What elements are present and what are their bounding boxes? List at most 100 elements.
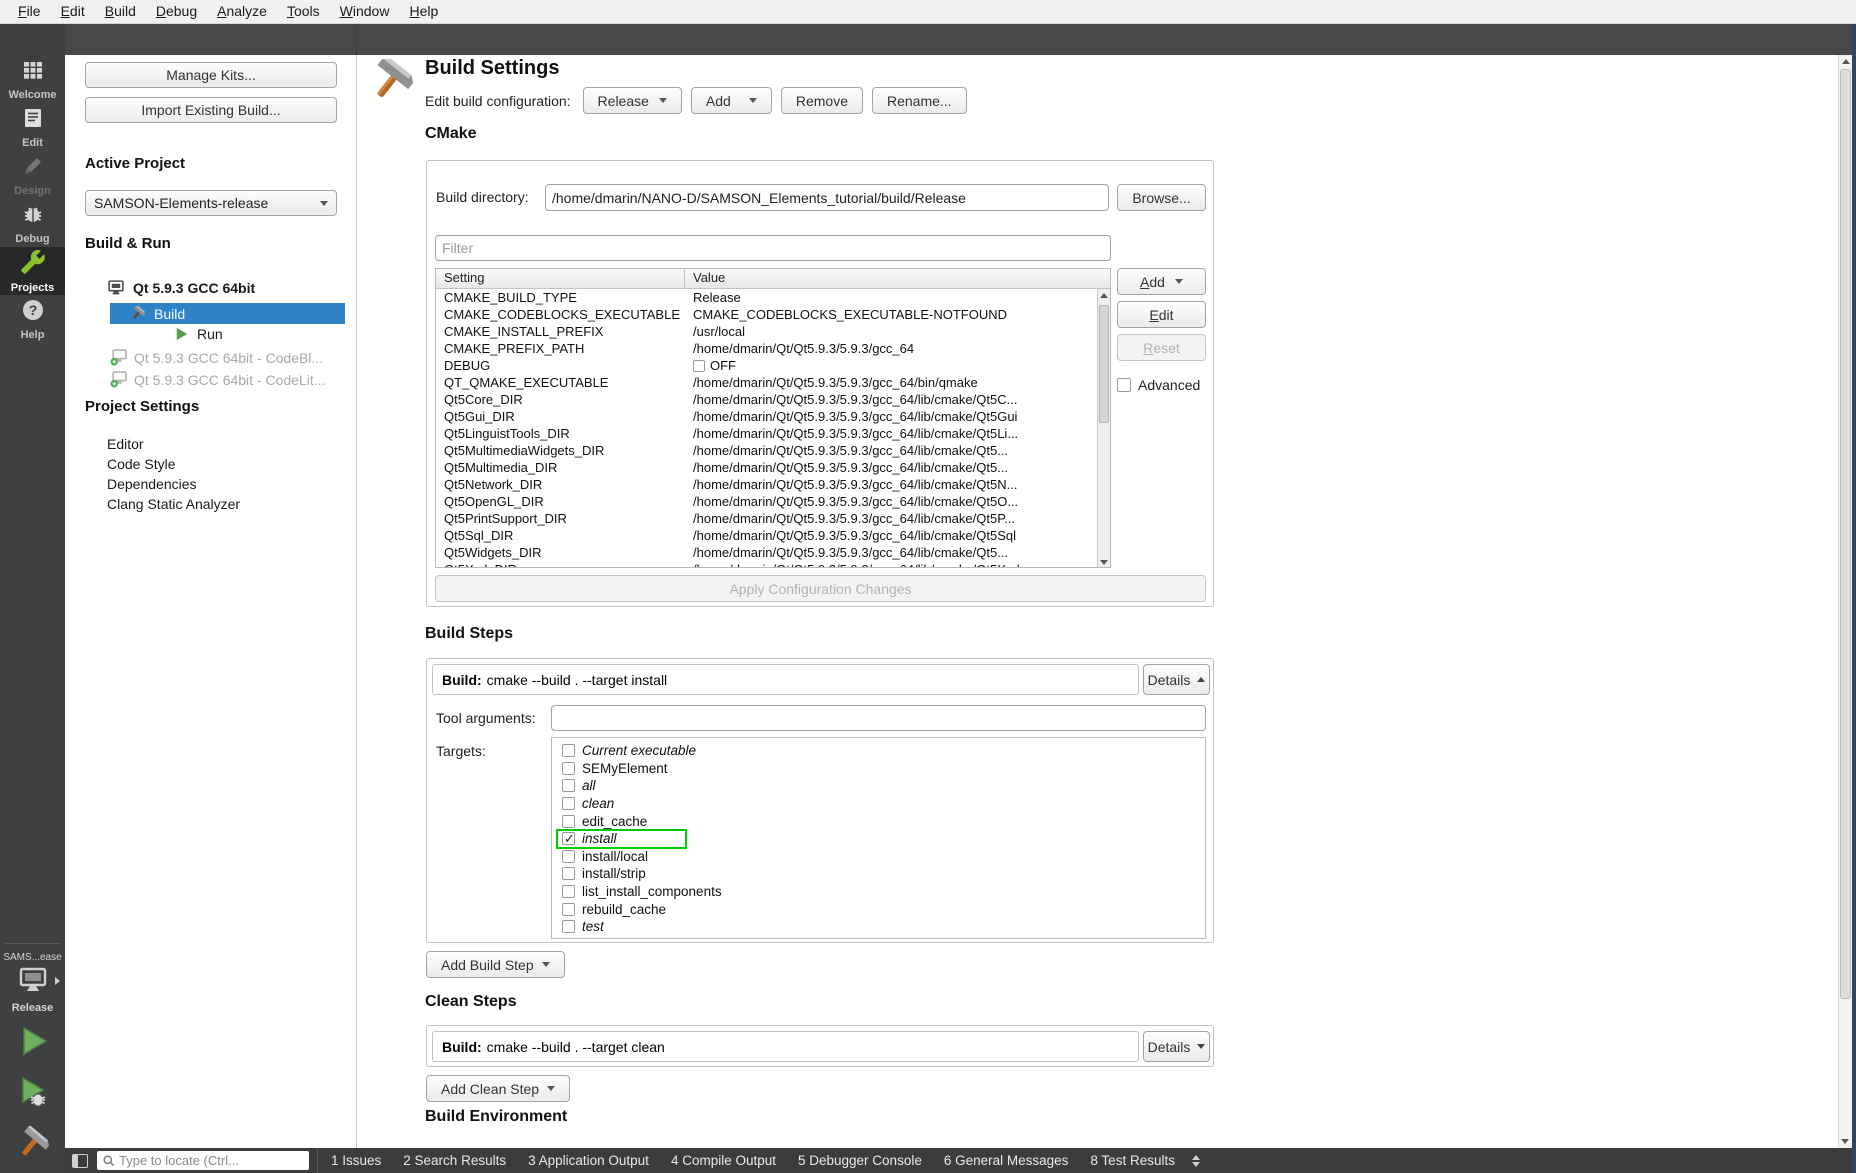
target-current-executable[interactable]: Current executable xyxy=(558,742,1205,760)
target-install[interactable]: install xyxy=(558,830,1205,848)
table-row[interactable]: Qt5Multimedia_DIR/home/dmarin/Qt/Qt5.9.3… xyxy=(436,459,1110,476)
pane-search-results[interactable]: 2 Search Results xyxy=(392,1148,517,1173)
table-row[interactable]: CMAKE_CODEBLOCKS_EXECUTABLECMAKE_CODEBLO… xyxy=(436,306,1110,323)
remove-config-button[interactable]: Remove xyxy=(781,87,863,114)
pane-test-results[interactable]: 8 Test Results xyxy=(1079,1148,1186,1173)
menu-edit[interactable]: Edit xyxy=(51,0,95,23)
scroll-up-icon[interactable] xyxy=(1100,293,1108,298)
pane-compile-output[interactable]: 4 Compile Output xyxy=(660,1148,787,1173)
build-directory-input[interactable] xyxy=(545,184,1109,211)
checkbox-icon xyxy=(562,779,575,792)
hammer-icon xyxy=(130,306,146,321)
mode-debug[interactable]: Debug xyxy=(0,199,65,247)
scrollbar-thumb[interactable] xyxy=(1840,69,1851,999)
kit-selector-button[interactable] xyxy=(16,967,50,1000)
menu-tools[interactable]: Tools xyxy=(277,0,330,23)
kit-item-codelite[interactable]: Qt 5.9.3 GCC 64bit - CodeLit... xyxy=(110,371,325,388)
page-scrollbar[interactable] xyxy=(1838,55,1852,1148)
locator-field[interactable] xyxy=(97,1151,309,1170)
debug-run-button[interactable] xyxy=(16,1075,50,1114)
table-row[interactable]: Qt5Network_DIR/home/dmarin/Qt/Qt5.9.3/5.… xyxy=(436,476,1110,493)
menu-analyze[interactable]: Analyze xyxy=(207,0,277,23)
target-rebuild-cache[interactable]: rebuild_cache xyxy=(558,900,1205,918)
chevron-down-icon xyxy=(320,201,328,206)
column-setting[interactable]: Setting xyxy=(436,269,684,288)
menu-window[interactable]: Window xyxy=(330,0,400,23)
menu-debug[interactable]: Debug xyxy=(146,0,207,23)
locator-input[interactable] xyxy=(119,1153,294,1168)
add-variable-button[interactable]: Add xyxy=(1117,268,1206,295)
filter-input[interactable] xyxy=(435,235,1111,261)
debug-off-checkbox[interactable] xyxy=(693,360,705,372)
add-build-step-button[interactable]: Add Build Step xyxy=(426,951,565,978)
table-row[interactable]: DEBUGOFF xyxy=(436,357,1110,374)
browse-button[interactable]: Browse... xyxy=(1117,184,1206,211)
build-config-select[interactable]: Release xyxy=(583,87,682,114)
table-row[interactable]: Qt5Core_DIR/home/dmarin/Qt/Qt5.9.3/5.9.3… xyxy=(436,391,1110,408)
table-row[interactable]: QT_QMAKE_EXECUTABLE/home/dmarin/Qt/Qt5.9… xyxy=(436,374,1110,391)
edit-variable-button[interactable]: Edit xyxy=(1117,301,1206,328)
kit-build-item-selected[interactable]: Build xyxy=(110,303,345,324)
settings-item-editor[interactable]: Editor xyxy=(107,436,144,452)
scrollbar-thumb[interactable] xyxy=(1099,305,1109,423)
settings-item-dependencies[interactable]: Dependencies xyxy=(107,476,197,492)
run-button[interactable] xyxy=(16,1024,50,1063)
mode-help[interactable]: ? Help xyxy=(0,295,65,343)
table-row[interactable]: Qt5Gui_DIR/home/dmarin/Qt/Qt5.9.3/5.9.3/… xyxy=(436,408,1110,425)
pane-debugger-console[interactable]: 5 Debugger Console xyxy=(787,1148,933,1173)
target-list-install-components[interactable]: list_install_components xyxy=(558,883,1205,901)
mode-design: Design xyxy=(0,151,65,199)
table-row[interactable]: Qt5PrintSupport_DIR/home/dmarin/Qt/Qt5.9… xyxy=(436,510,1110,527)
tool-arguments-input[interactable] xyxy=(551,705,1206,731)
kit-run-item[interactable]: Run xyxy=(175,326,223,342)
menu-file[interactable]: File xyxy=(8,0,51,23)
pane-general-messages[interactable]: 6 General Messages xyxy=(933,1148,1080,1173)
menu-build[interactable]: Build xyxy=(95,0,146,23)
build-step-details-button[interactable]: Details xyxy=(1143,664,1210,695)
table-row[interactable]: CMAKE_INSTALL_PREFIX/usr/local xyxy=(436,323,1110,340)
table-row[interactable]: CMAKE_PREFIX_PATH/home/dmarin/Qt/Qt5.9.3… xyxy=(436,340,1110,357)
rename-config-button[interactable]: Rename... xyxy=(872,87,967,114)
table-row[interactable]: Qt5Widgets_DIR/home/dmarin/Qt/Qt5.9.3/5.… xyxy=(436,544,1110,561)
target-semyelement[interactable]: SEMyElement xyxy=(558,760,1205,778)
toggle-left-sidebar-button[interactable] xyxy=(72,1154,88,1168)
table-row[interactable]: CMAKE_BUILD_TYPERelease xyxy=(436,289,1110,306)
mode-edit[interactable]: Edit xyxy=(0,103,65,151)
import-existing-build-button[interactable]: Import Existing Build... xyxy=(85,97,337,123)
table-row[interactable]: Qt5OpenGL_DIR/home/dmarin/Qt/Qt5.9.3/5.9… xyxy=(436,493,1110,510)
page-title: Build Settings xyxy=(425,57,559,80)
active-project-truncated: SAMS...ease xyxy=(3,952,61,963)
target-clean[interactable]: clean xyxy=(558,795,1205,813)
table-row[interactable]: Qt5Xml_DIR/home/dmarin/Qt/Qt5.9.3/5.9.3/… xyxy=(436,561,1110,568)
pane-issues[interactable]: 1 Issues xyxy=(320,1148,392,1173)
scroll-down-icon[interactable] xyxy=(1841,1139,1849,1144)
table-row[interactable]: Qt5LinguistTools_DIR/home/dmarin/Qt/Qt5.… xyxy=(436,425,1110,442)
target-edit-cache[interactable]: edit_cache xyxy=(558,812,1205,830)
kit-item-codeblocks[interactable]: Qt 5.9.3 GCC 64bit - CodeBl... xyxy=(110,349,323,366)
active-project-select[interactable]: SAMSON-Elements-release xyxy=(85,190,337,216)
build-button[interactable] xyxy=(16,1126,50,1167)
advanced-checkbox[interactable]: Advanced xyxy=(1117,377,1200,393)
settings-item-clang-analyzer[interactable]: Clang Static Analyzer xyxy=(107,496,240,512)
target-test[interactable]: test xyxy=(558,918,1205,936)
target-all[interactable]: all xyxy=(558,777,1205,795)
pane-selector-arrows-icon[interactable] xyxy=(1192,1155,1200,1167)
target-install-strip[interactable]: install/strip xyxy=(558,865,1205,883)
column-value[interactable]: Value xyxy=(684,269,1110,288)
add-clean-step-button[interactable]: Add Clean Step xyxy=(426,1075,570,1102)
table-row[interactable]: Qt5Sql_DIR/home/dmarin/Qt/Qt5.9.3/5.9.3/… xyxy=(436,527,1110,544)
clean-step-details-button[interactable]: Details xyxy=(1143,1031,1210,1062)
table-row[interactable]: Qt5MultimediaWidgets_DIR/home/dmarin/Qt/… xyxy=(436,442,1110,459)
pane-application-output[interactable]: 3 Application Output xyxy=(517,1148,660,1173)
add-config-button[interactable]: Add xyxy=(691,87,772,114)
manage-kits-button[interactable]: Manage Kits... xyxy=(85,62,337,88)
menu-help[interactable]: Help xyxy=(399,0,448,23)
scroll-up-icon[interactable] xyxy=(1842,59,1850,64)
settings-item-code-style[interactable]: Code Style xyxy=(107,456,175,472)
mode-projects[interactable]: Projects xyxy=(0,247,65,295)
target-install-local[interactable]: install/local xyxy=(558,848,1205,866)
scroll-down-icon[interactable] xyxy=(1100,560,1108,565)
mode-welcome[interactable]: Welcome xyxy=(0,55,65,103)
table-scrollbar[interactable] xyxy=(1097,289,1110,568)
kit-item[interactable]: Qt 5.9.3 GCC 64bit xyxy=(107,280,255,296)
